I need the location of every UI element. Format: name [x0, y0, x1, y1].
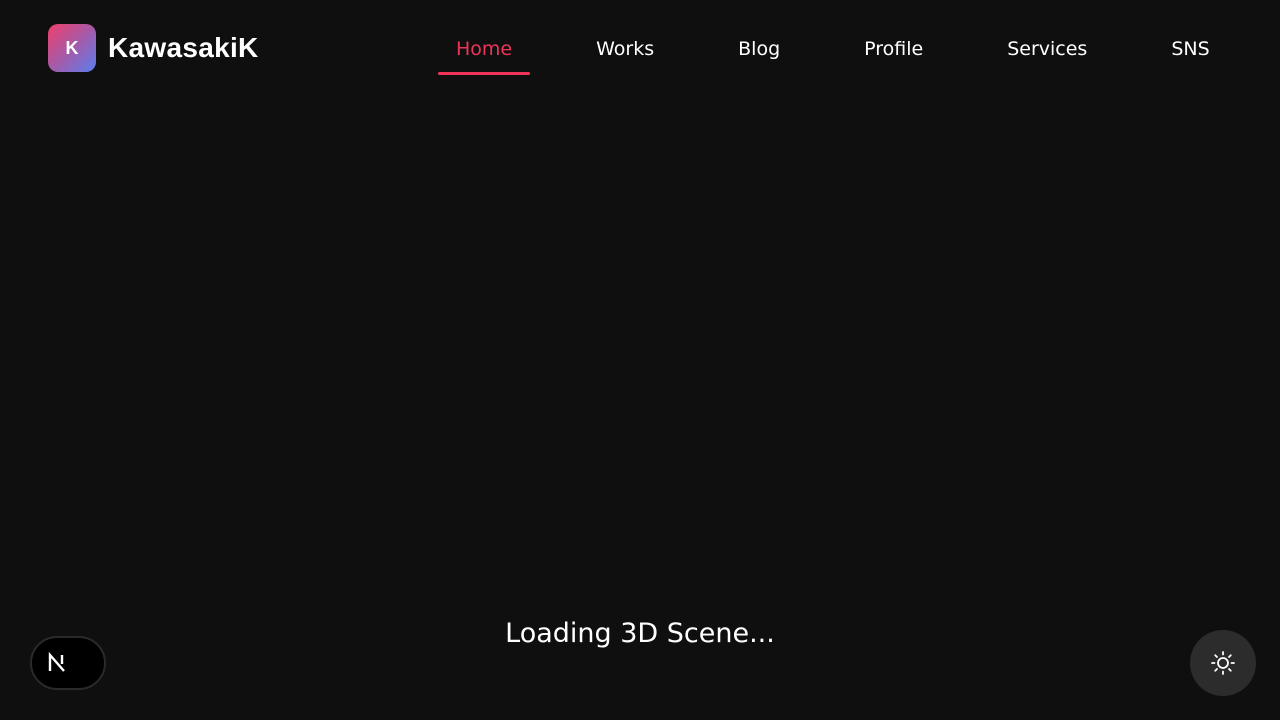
theme-toggle-button[interactable]: [1190, 630, 1256, 696]
brand-logo-icon: K: [48, 24, 96, 72]
nav-item-blog[interactable]: Blog: [720, 24, 798, 74]
loading-message: Loading 3D Scene...: [505, 618, 775, 649]
main-nav: Home Works Blog Profile Services SNS: [438, 24, 1228, 76]
sun-icon: [1211, 651, 1235, 675]
nav-item-sns[interactable]: SNS: [1153, 24, 1227, 74]
brand-logo-letter: K: [65, 37, 79, 58]
page: K KawasakiK Home Works Blog Profile Serv…: [0, 0, 1280, 720]
nav-item-home[interactable]: Home: [438, 24, 531, 75]
nav-item-works[interactable]: Works: [578, 24, 672, 74]
nav-item-profile[interactable]: Profile: [846, 24, 941, 74]
nav-item-services[interactable]: Services: [989, 24, 1105, 74]
nextjs-dev-badge[interactable]: [30, 636, 106, 690]
brand-name: KawasakiK: [108, 32, 259, 63]
brand-link[interactable]: K KawasakiK: [48, 24, 259, 72]
nextjs-logo-icon: [48, 652, 65, 672]
